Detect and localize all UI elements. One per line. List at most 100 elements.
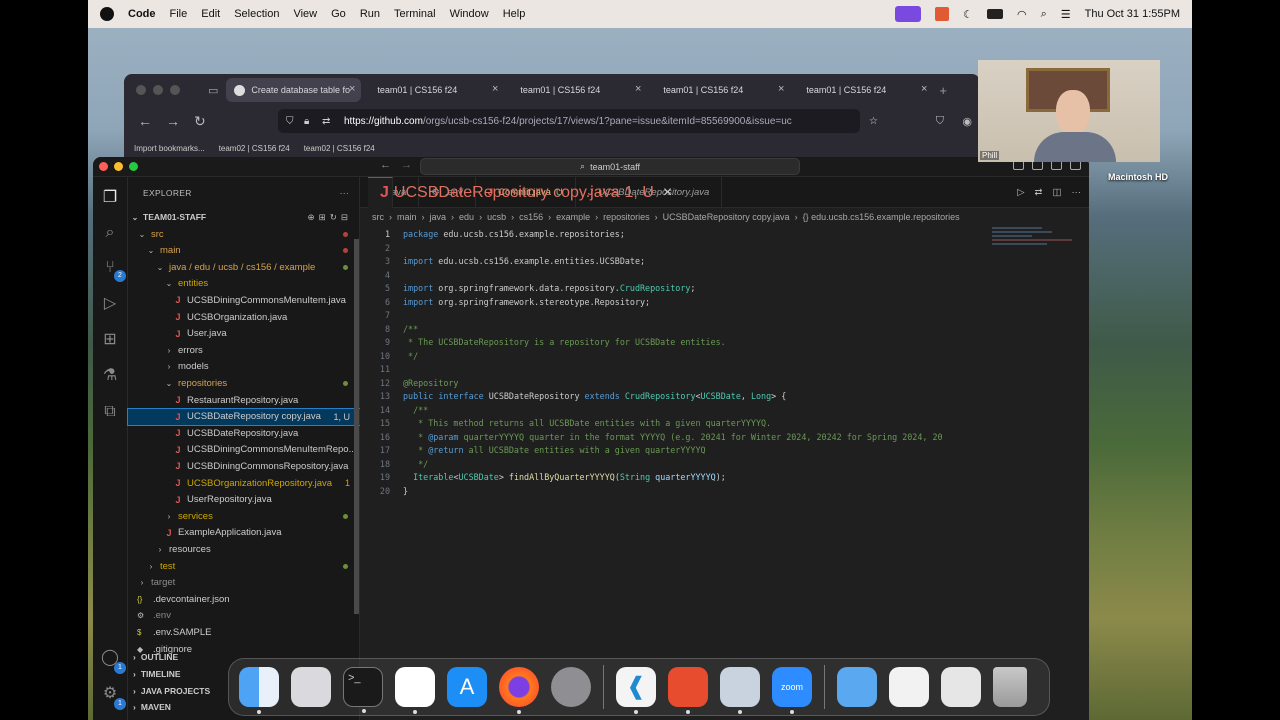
slack-icon[interactable]	[395, 667, 435, 714]
new-tab-icon[interactable]: +	[939, 83, 947, 98]
code-line[interactable]: import org.springframework.stereotype.Re…	[403, 297, 650, 307]
code-line[interactable]: * @param quarterYYYYQ quarter in the for…	[403, 432, 942, 442]
remote-explorer-icon[interactable]: ⧉	[101, 403, 119, 421]
zoom-window-button[interactable]	[129, 162, 138, 171]
tree-folder[interactable]: › target	[128, 575, 360, 591]
launchpad-icon[interactable]	[291, 667, 331, 707]
shield-icon[interactable]: ⛉	[286, 116, 294, 127]
code-line[interactable]: * This method returns all UCSBDate entit…	[403, 418, 771, 428]
bookmark-item[interactable]: team02 | CS156 f24	[304, 144, 375, 153]
breadcrumb-item[interactable]: main	[397, 212, 417, 222]
run-icon[interactable]: ▷	[1017, 187, 1024, 198]
menu-go[interactable]: Go	[331, 8, 346, 20]
desktop-drive-label[interactable]: Macintosh HD	[1108, 172, 1168, 182]
tools-app-icon[interactable]	[668, 667, 708, 714]
address-bar[interactable]: ⛉ 🔒︎ ⇄ https://github.com/orgs/ucsb-cs15…	[278, 109, 878, 133]
close-window-button[interactable]	[99, 162, 108, 171]
tree-folder[interactable]: ⌄ main	[128, 243, 360, 259]
forward-icon[interactable]: →	[166, 113, 180, 129]
tree-file[interactable]: J UCSBDiningCommonsMenuItem.java	[128, 292, 360, 308]
clock[interactable]: Thu Oct 31 1:55PM	[1085, 8, 1180, 20]
tree-folder[interactable]: ⌄ java / edu / ucsb / cs156 / example	[128, 259, 360, 275]
browser-window-controls[interactable]	[136, 85, 180, 95]
document-icon[interactable]	[889, 667, 929, 707]
breadcrumb-item[interactable]: UCSBDateRepository copy.java	[663, 212, 790, 222]
sidebar-scrollbar[interactable]	[354, 239, 359, 614]
minimize-window-button[interactable]	[114, 162, 123, 171]
code-line[interactable]: */	[403, 351, 418, 361]
close-tab-icon[interactable]: ×	[921, 83, 927, 95]
open-changes-icon[interactable]: ⇄	[1035, 187, 1043, 198]
code-line[interactable]: @Repository	[403, 378, 458, 388]
battery-icon[interactable]	[986, 9, 1003, 19]
explorer-icon[interactable]: ❐	[101, 189, 119, 207]
browser-tab[interactable]: team01 | CS156 f24 ×	[655, 78, 790, 102]
bookmark-item[interactable]: Import bookmarks...	[134, 144, 205, 153]
finder-icon[interactable]	[239, 667, 279, 714]
tree-file[interactable]: ⚙ .env	[128, 608, 360, 624]
apple-icon[interactable]	[100, 7, 114, 21]
breadcrumb-item[interactable]: {} edu.ucsb.cs156.example.repositories	[803, 212, 960, 222]
tree-folder[interactable]: › services	[128, 508, 360, 524]
zoom-icon[interactable]: zoom	[772, 667, 812, 714]
back-icon[interactable]: ←	[138, 113, 152, 129]
preview-icon[interactable]	[720, 667, 760, 714]
code-line[interactable]: * @return all UCSBDate entities with a g…	[403, 445, 705, 455]
breadcrumb-item[interactable]: ucsb	[487, 212, 506, 222]
breadcrumb-item[interactable]: example	[556, 212, 590, 222]
spotlight-icon[interactable]: ⌕	[1041, 8, 1047, 21]
browser-tab[interactable]: team01 | CS156 f24 ×	[369, 78, 504, 102]
tree-file[interactable]: J User.java	[128, 326, 360, 342]
code-line[interactable]: package edu.ucsb.cs156.example.repositor…	[403, 229, 625, 239]
breadcrumb-item[interactable]: java	[430, 212, 447, 222]
nav-forward-icon[interactable]: →	[401, 159, 412, 171]
more-actions-icon[interactable]: ···	[340, 188, 349, 198]
menu-run[interactable]: Run	[360, 8, 380, 20]
close-tab-icon[interactable]: ×	[349, 83, 355, 95]
tree-file[interactable]: J ExampleApplication.java	[128, 525, 360, 541]
tab-overview-icon[interactable]: ▭	[208, 84, 218, 97]
close-tab-icon[interactable]: ×	[492, 83, 498, 95]
tree-folder[interactable]: ⌄ entities	[128, 276, 360, 292]
tree-file[interactable]: J UCSBDateRepository.java	[128, 425, 360, 441]
screen-share-icon[interactable]	[895, 6, 922, 22]
tree-file[interactable]: J UCSBDiningCommonsMenuItemRepo...	[128, 442, 360, 458]
breadcrumb-item[interactable]: edu	[459, 212, 474, 222]
tree-folder[interactable]: ⌄ repositories	[128, 375, 360, 391]
extensions-icon[interactable]: ⊞	[101, 331, 119, 349]
close-tab-icon[interactable]: ×	[778, 83, 784, 95]
menu-file[interactable]: File	[170, 8, 188, 20]
menu-edit[interactable]: Edit	[201, 8, 220, 20]
vscode-icon[interactable]: ❰	[616, 667, 656, 714]
wifi-icon[interactable]: ◠	[1017, 8, 1027, 21]
code-line[interactable]: /**	[403, 405, 428, 415]
tree-folder[interactable]: ⌄ src	[128, 226, 360, 242]
menu-help[interactable]: Help	[503, 8, 526, 20]
split-editor-icon[interactable]: ◫	[1053, 187, 1062, 198]
minimap[interactable]	[992, 225, 1082, 265]
reload-icon[interactable]: ↻	[194, 113, 206, 130]
nav-back-icon[interactable]: ←	[380, 159, 391, 171]
breadcrumb-item[interactable]: cs156	[519, 212, 543, 222]
tree-file[interactable]: {} .devcontainer.json	[128, 591, 360, 607]
breadcrumb-item[interactable]: src	[372, 212, 384, 222]
code-line[interactable]: */	[403, 459, 428, 469]
menu-view[interactable]: View	[293, 8, 317, 20]
tree-folder[interactable]: › models	[128, 359, 360, 375]
code-line[interactable]: /**	[403, 324, 418, 334]
tree-file[interactable]: J UCSBOrganization.java	[128, 309, 360, 325]
vscode-window-controls[interactable]	[99, 162, 138, 171]
browser-tab[interactable]: team01 | CS156 f24 ×	[798, 78, 933, 102]
tree-folder[interactable]: › resources	[128, 541, 360, 557]
more-icon[interactable]: ···	[1072, 187, 1082, 198]
tree-file[interactable]: J UCSBDateRepository copy.java 1, U	[127, 407, 361, 426]
code-line[interactable]: import org.springframework.data.reposito…	[403, 283, 695, 293]
tree-file[interactable]: $ .env.SAMPLE	[128, 624, 360, 640]
workspace-header[interactable]: ⌄ TEAM01-STAFF ⊕⊞↻⊟	[128, 209, 360, 225]
bookmark-star-icon[interactable]: ☆	[869, 116, 878, 127]
tree-folder[interactable]: › test	[128, 558, 360, 574]
testing-icon[interactable]: ⚗	[101, 367, 119, 385]
menu-window[interactable]: Window	[450, 8, 489, 20]
pocket-icon[interactable]: ⛉	[936, 115, 944, 128]
code-line[interactable]: Iterable<UCSBDate> findAllByQuarterYYYYQ…	[403, 472, 726, 482]
